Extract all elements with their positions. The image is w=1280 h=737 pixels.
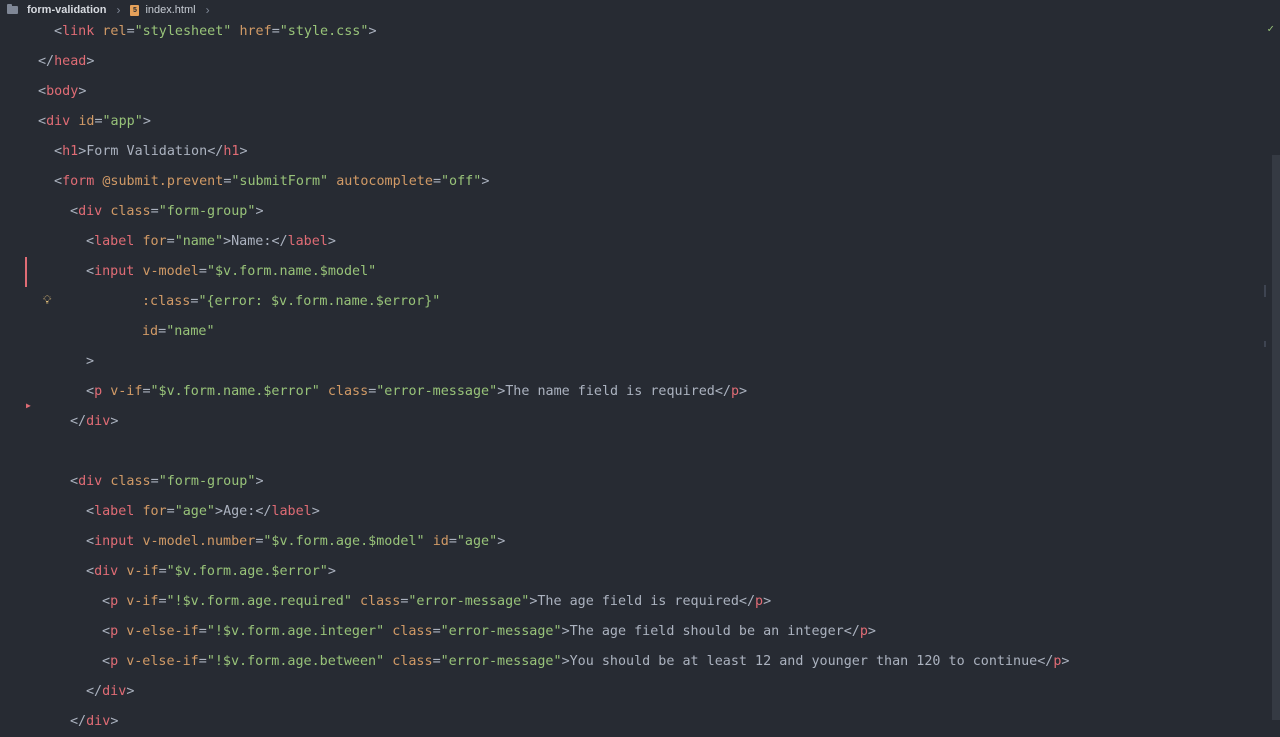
code-line[interactable]: </div> — [0, 677, 1270, 707]
folder-icon — [7, 4, 18, 14]
code-line[interactable]: <div id="app"> — [0, 107, 1270, 137]
code-line[interactable]: <div class="form-group"> — [0, 197, 1270, 227]
code-line[interactable]: <label for="age">Age:</label> — [0, 497, 1270, 527]
code-line[interactable]: id="name" — [0, 317, 1270, 347]
code-line[interactable]: <input v-model="$v.form.name.$model" — [0, 257, 1270, 287]
code-line[interactable]: <body> — [0, 77, 1270, 107]
code-editor[interactable]: <link rel="stylesheet" href="style.css">… — [0, 17, 1270, 737]
vertical-scrollbar[interactable] — [1272, 155, 1280, 720]
code-line[interactable]: </div> — [0, 707, 1270, 737]
code-line[interactable]: </head> — [0, 47, 1270, 77]
code-line[interactable]: > — [0, 347, 1270, 377]
breadcrumb-file[interactable]: index.html — [145, 4, 195, 16]
code-line[interactable]: </div> — [0, 407, 1270, 437]
code-line[interactable] — [0, 437, 1270, 467]
code-line[interactable]: <div class="form-group"> — [0, 467, 1270, 497]
code-line[interactable]: <p v-if="!$v.form.age.required" class="e… — [0, 587, 1270, 617]
html5-icon: 5 — [130, 4, 140, 16]
code-line[interactable]: <div v-if="$v.form.age.$error"> — [0, 557, 1270, 587]
code-line[interactable]: <link rel="stylesheet" href="style.css"> — [0, 17, 1270, 47]
breadcrumb-project[interactable]: form-validation — [27, 4, 106, 16]
code-line[interactable]: <label for="name">Name:</label> — [0, 227, 1270, 257]
code-line[interactable]: <p v-else-if="!$v.form.age.between" clas… — [0, 647, 1270, 677]
code-line[interactable]: :class="{error: $v.form.name.$error}" — [0, 287, 1270, 317]
chevron-right-icon: › — [205, 3, 210, 17]
code-line[interactable]: <form @submit.prevent="submitForm" autoc… — [0, 167, 1270, 197]
code-line[interactable]: <p v-else-if="!$v.form.age.integer" clas… — [0, 617, 1270, 647]
code-line[interactable]: <h1>Form Validation</h1> — [0, 137, 1270, 167]
chevron-right-icon: › — [116, 3, 121, 17]
code-line[interactable]: <input v-model.number="$v.form.age.$mode… — [0, 527, 1270, 557]
code-line[interactable]: <p v-if="$v.form.name.$error" class="err… — [0, 377, 1270, 407]
